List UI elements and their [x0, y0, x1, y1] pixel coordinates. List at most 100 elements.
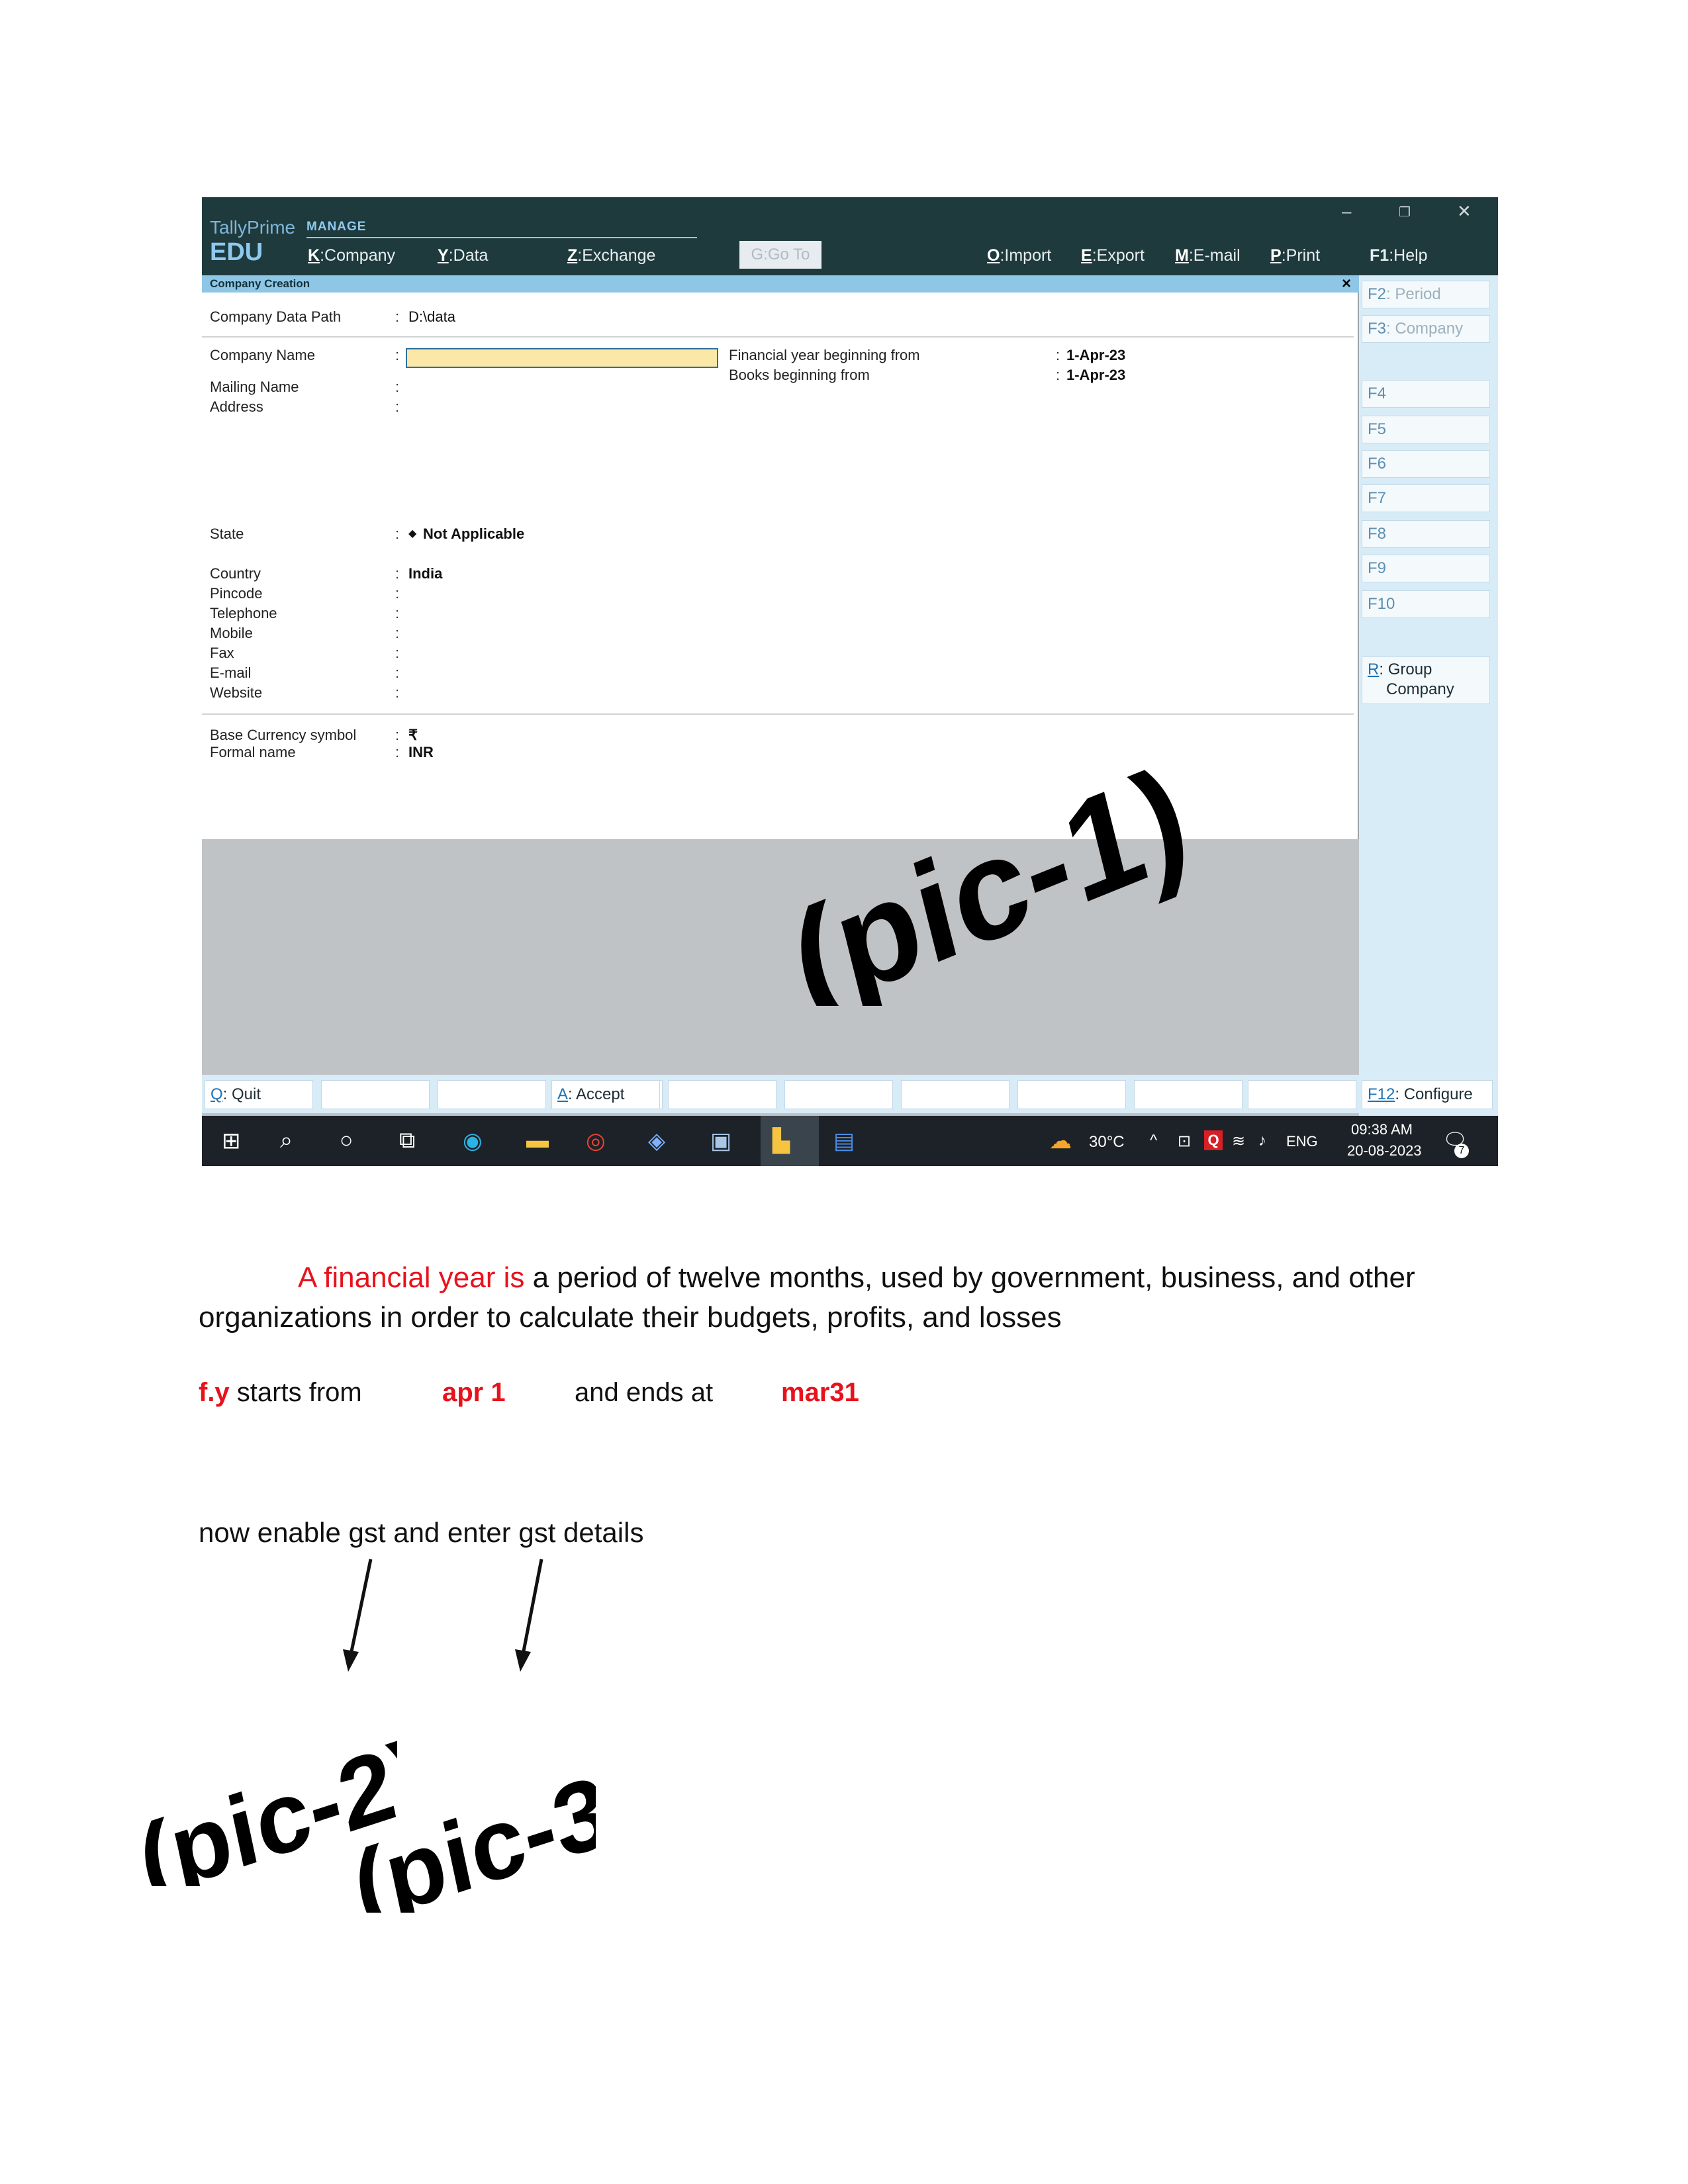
- mobile-label: Mobile: [210, 625, 253, 641]
- fy-line: f.y starts from: [199, 1378, 362, 1407]
- edge-icon[interactable]: ◉: [463, 1128, 483, 1154]
- sidebar-f9[interactable]: F9: [1362, 555, 1490, 582]
- empty-button[interactable]: [668, 1080, 776, 1109]
- menu-company[interactable]: K:Company: [308, 246, 395, 265]
- quit-button[interactable]: Q: Quit: [205, 1080, 313, 1109]
- volume-icon[interactable]: ♪: [1258, 1132, 1266, 1150]
- colon: :: [395, 398, 400, 415]
- definition-line-2: organizations in order to calculate thei…: [199, 1301, 1062, 1334]
- function-key-sidebar: F2: Period F3: Company F4 F5 F6 F7 F8 F9…: [1359, 275, 1498, 1116]
- mailing-name-label: Mailing Name: [210, 379, 299, 395]
- sidebar-f3-company[interactable]: F3: Company: [1362, 315, 1490, 343]
- sidebar-f4[interactable]: F4: [1362, 380, 1490, 408]
- data-path-value: D:\data: [408, 308, 455, 325]
- formal-name-value[interactable]: INR: [408, 744, 434, 761]
- section-underline: [306, 237, 697, 238]
- sidebar-f6[interactable]: F6: [1362, 450, 1490, 478]
- empty-button[interactable]: [901, 1080, 1009, 1109]
- sidebar-f2-period[interactable]: F2: Period: [1362, 281, 1490, 308]
- app-icon[interactable]: ▣: [710, 1128, 731, 1154]
- weather-icon[interactable]: ☁: [1049, 1128, 1072, 1154]
- colon: :: [395, 379, 400, 395]
- fy-start-value: apr 1: [442, 1378, 506, 1407]
- sidebar-f5[interactable]: F5: [1362, 416, 1490, 443]
- menu-export[interactable]: E:Export: [1081, 246, 1145, 265]
- empty-button[interactable]: [1248, 1080, 1356, 1109]
- quickheal-icon[interactable]: Q: [1204, 1130, 1223, 1150]
- formal-name-label: Formal name: [210, 744, 296, 760]
- company-name-input[interactable]: [406, 348, 718, 368]
- clock-date[interactable]: 20-08-2023: [1347, 1142, 1422, 1160]
- weather-temperature[interactable]: 30°C: [1089, 1133, 1125, 1152]
- colon: :: [395, 347, 400, 363]
- menu-exchange[interactable]: Z:Exchange: [567, 246, 655, 265]
- windows-start-icon[interactable]: ⊞: [222, 1128, 241, 1154]
- colon: :: [395, 625, 400, 641]
- close-form-icon[interactable]: ×: [1342, 275, 1351, 293]
- menu-data[interactable]: Y:Data: [438, 246, 488, 265]
- gst-instruction: now enable gst and enter gst details: [199, 1517, 644, 1548]
- country-value[interactable]: India: [408, 565, 442, 582]
- close-window-icon[interactable]: ✕: [1457, 201, 1472, 222]
- clock-time[interactable]: 09:38 AM: [1351, 1121, 1413, 1138]
- tally-icon[interactable]: ▙: [773, 1128, 790, 1154]
- empty-button[interactable]: [784, 1080, 893, 1109]
- title-bar: TallyPrime EDU MANAGE K:Company Y:Data Z…: [202, 197, 1498, 275]
- sidebar-f8[interactable]: F8: [1362, 520, 1490, 548]
- task-view-icon[interactable]: ⧉: [399, 1128, 415, 1154]
- empty-button[interactable]: [1134, 1080, 1243, 1109]
- language-indicator[interactable]: ENG: [1286, 1133, 1318, 1150]
- colon: :: [395, 605, 400, 621]
- configure-button[interactable]: F12: Configure: [1362, 1080, 1493, 1109]
- pic-3-stamp: (pic-3): [344, 1743, 596, 1913]
- search-icon[interactable]: ⌕: [280, 1128, 293, 1154]
- state-value[interactable]: Not Applicable: [423, 525, 524, 543]
- menu-import[interactable]: O:Import: [987, 246, 1051, 265]
- website-label: Website: [210, 684, 263, 701]
- app-edition: EDU: [210, 238, 263, 266]
- notification-count: 7: [1454, 1144, 1469, 1158]
- app-icon[interactable]: ◈: [648, 1128, 665, 1154]
- email-label: E-mail: [210, 664, 252, 681]
- country-label: Country: [210, 565, 261, 582]
- wifi-icon[interactable]: ≋: [1232, 1132, 1245, 1151]
- data-path-label: Company Data Path: [210, 308, 342, 325]
- colon: :: [395, 684, 400, 701]
- currency-symbol-value[interactable]: ₹: [408, 727, 418, 744]
- books-value[interactable]: 1-Apr-23: [1066, 367, 1125, 384]
- sidebar-f10[interactable]: F10: [1362, 590, 1490, 618]
- restore-icon[interactable]: ❐: [1399, 204, 1411, 220]
- empty-button[interactable]: [1017, 1080, 1126, 1109]
- empty-button[interactable]: [321, 1080, 430, 1109]
- pic-3-label: (pic-3): [344, 1743, 596, 1913]
- state-label: State: [210, 525, 244, 542]
- menu-help[interactable]: F1:Help: [1370, 246, 1428, 265]
- arrow-line: [349, 1559, 373, 1655]
- menu-print[interactable]: P:Print: [1270, 246, 1320, 265]
- menu-email[interactable]: M:E-mail: [1175, 246, 1241, 265]
- windows-taskbar: ⊞ ⌕ ○ ⧉ ◉ ▬ ◎ ◈ ▣ ▙ ▤ ☁ 30°C ^ ⊡ Q ≋ ♪ E…: [202, 1116, 1498, 1166]
- accept-button[interactable]: A: Accept: [551, 1080, 660, 1109]
- cortana-icon[interactable]: ○: [340, 1128, 353, 1154]
- chrome-icon[interactable]: ◎: [586, 1128, 606, 1154]
- file-explorer-icon[interactable]: ▬: [526, 1128, 549, 1154]
- colon: :: [395, 664, 400, 681]
- section-label: MANAGE: [306, 220, 367, 234]
- menu-goto[interactable]: G:Go To: [739, 241, 821, 269]
- sidebar-f7[interactable]: F7: [1362, 484, 1490, 512]
- colon: :: [395, 308, 400, 325]
- minimize-icon[interactable]: –: [1342, 201, 1351, 222]
- chevron-up-icon[interactable]: ^: [1150, 1132, 1157, 1150]
- colon: :: [1056, 347, 1060, 363]
- pic-1-label: (pic-1): [777, 735, 1185, 1006]
- meet-icon[interactable]: ⊡: [1178, 1132, 1191, 1151]
- word-icon[interactable]: ▤: [833, 1128, 855, 1154]
- colon: :: [1056, 367, 1060, 383]
- colon: :: [395, 727, 400, 743]
- fax-label: Fax: [210, 645, 234, 661]
- colon: :: [395, 565, 400, 582]
- empty-button[interactable]: [438, 1080, 546, 1109]
- sidebar-group-company[interactable]: R: Group Company: [1362, 657, 1490, 704]
- pincode-label: Pincode: [210, 585, 263, 602]
- fy-value[interactable]: 1-Apr-23: [1066, 347, 1125, 364]
